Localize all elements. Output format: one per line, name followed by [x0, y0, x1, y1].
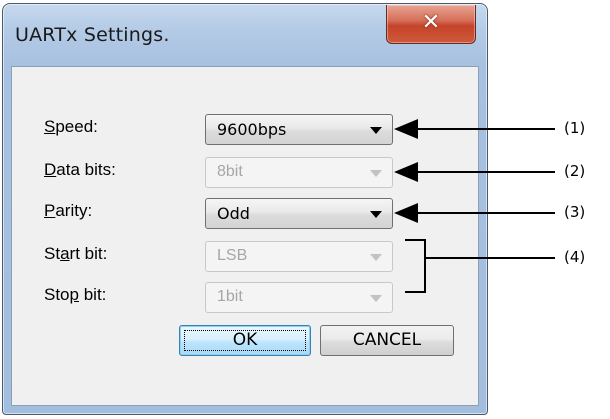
callout-1-label: (1) [564, 119, 586, 137]
parity-value: Odd [217, 204, 250, 223]
start-bit-label: Start bit: [44, 244, 107, 264]
chevron-down-icon [370, 295, 382, 302]
callout-4-label: (4) [564, 248, 586, 266]
start-bit-value: LSB [217, 247, 248, 264]
title-bar[interactable]: UARTx Settings. ✕ [3, 4, 487, 66]
speed-label-accelerator: S [44, 117, 56, 136]
parity-label-accelerator: P [44, 201, 56, 220]
parity-label: Parity: [44, 201, 92, 221]
data-bits-dropdown: 8bit [205, 157, 393, 188]
stop-bit-label-prefix: Sto [44, 285, 70, 304]
speed-label-rest: peed: [55, 117, 98, 136]
data-bits-label-rest: ata bits: [56, 160, 116, 179]
start-bit-label-prefix: St [44, 244, 61, 263]
ok-button[interactable]: OK [179, 325, 311, 356]
speed-label: Speed: [44, 117, 98, 137]
stop-bit-label: Stop bit: [44, 285, 106, 305]
speed-value: 9600bps [217, 120, 287, 139]
chevron-down-icon [370, 170, 382, 177]
start-bit-label-rest: rt bit: [69, 244, 108, 263]
ok-button-label: OK [232, 330, 258, 350]
close-icon: ✕ [421, 10, 441, 35]
callout-3-label: (3) [564, 203, 586, 221]
dialog-client-area: Speed: 9600bps Data bits: 8bit Parity: O… [11, 66, 479, 406]
screenshot-stage: UARTx Settings. ✕ Speed: 9600bps Data bi… [0, 0, 610, 419]
speed-dropdown[interactable]: 9600bps [205, 114, 393, 145]
start-bit-dropdown: LSB [205, 241, 393, 272]
data-bits-label: Data bits: [44, 160, 116, 180]
window-title: UARTx Settings. [15, 24, 170, 46]
chevron-down-icon [370, 254, 382, 261]
parity-label-rest: arity: [55, 201, 93, 220]
stop-bit-dropdown: 1bit [205, 282, 393, 313]
callout-2-label: (2) [564, 162, 586, 180]
close-button[interactable]: ✕ [386, 5, 476, 44]
data-bits-label-accelerator: D [44, 160, 57, 179]
chevron-down-icon [370, 211, 382, 218]
stop-bit-label-accelerator: p [69, 285, 79, 304]
dialog-window: UARTx Settings. ✕ Speed: 9600bps Data bi… [2, 3, 488, 415]
data-bits-value: 8bit [217, 163, 243, 180]
cancel-button[interactable]: CANCEL [320, 325, 454, 356]
chevron-down-icon [370, 127, 382, 134]
parity-dropdown[interactable]: Odd [205, 198, 393, 229]
stop-bit-value: 1bit [217, 288, 243, 305]
cancel-button-label: CANCEL [352, 330, 422, 350]
start-bit-label-accelerator: a [60, 244, 70, 263]
stop-bit-label-rest: bit: [79, 285, 107, 304]
